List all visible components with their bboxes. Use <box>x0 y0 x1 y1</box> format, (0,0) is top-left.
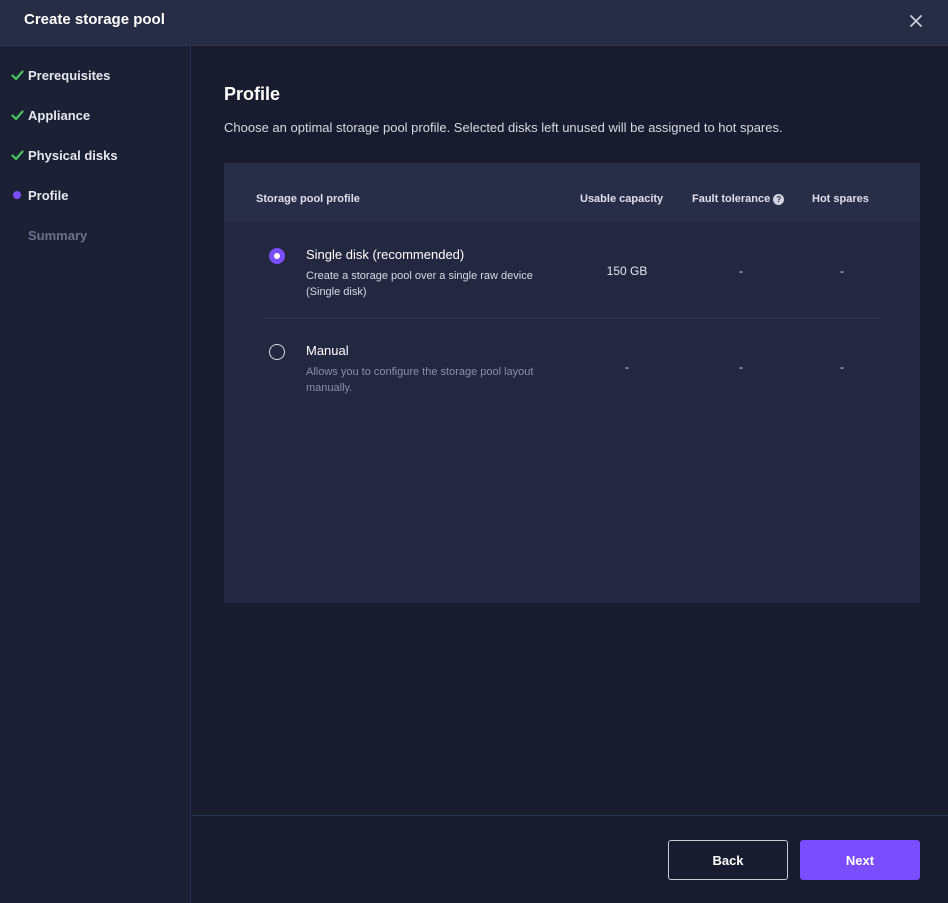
step-appliance[interactable]: Appliance <box>10 105 185 125</box>
step-summary: Summary <box>10 225 185 245</box>
help-icon[interactable]: ? <box>773 193 785 205</box>
manual-radio[interactable] <box>269 344 285 360</box>
option-description: Create a storage pool over a single raw … <box>306 270 533 298</box>
dialog-header: Create storage pool <box>0 0 948 46</box>
step-label: Appliance <box>28 107 91 123</box>
table-row[interactable]: Single disk (recommended) Create a stora… <box>224 222 920 318</box>
option-description: Allows you to configure the storage pool… <box>306 366 534 394</box>
page-description: Choose an optimal storage pool profile. … <box>224 120 783 135</box>
column-header-fault: Fault tolerance ? <box>692 193 785 205</box>
hot-spares-value: - <box>840 360 844 374</box>
step-label: Summary <box>28 227 88 243</box>
main-content: Profile Choose an optimal storage pool p… <box>192 46 948 815</box>
step-label: Physical disks <box>28 147 118 163</box>
next-button[interactable]: Next <box>800 840 920 880</box>
check-icon <box>10 108 24 122</box>
close-icon[interactable] <box>908 13 924 29</box>
dialog-title: Create storage pool <box>24 11 165 28</box>
usable-capacity-value: 150 GB <box>606 264 648 278</box>
dialog-footer: Back Next <box>192 815 948 903</box>
option-title: Single disk (recommended) <box>306 247 465 262</box>
column-header-profile: Storage pool profile <box>256 193 360 205</box>
back-button[interactable]: Back <box>668 840 788 880</box>
fault-tolerance-value: - <box>739 360 743 374</box>
single-disk-radio[interactable] <box>269 248 285 264</box>
table-header: Storage pool profile Usable capacity Fau… <box>224 163 920 222</box>
step-label: Prerequisites <box>28 67 111 83</box>
profile-table: Storage pool profile Usable capacity Fau… <box>224 163 920 603</box>
option-title: Manual <box>306 343 349 358</box>
table-row[interactable]: Manual Allows you to configure the stora… <box>224 319 920 415</box>
check-icon <box>10 68 24 82</box>
column-header-hot-spares: Hot spares <box>812 193 869 205</box>
hot-spares-value: - <box>840 264 844 278</box>
fault-tolerance-value: - <box>739 264 743 278</box>
column-header-fault-label: Fault tolerance <box>692 193 771 205</box>
step-physical-disks[interactable]: Physical disks <box>10 145 185 165</box>
usable-capacity-value: - <box>625 360 629 374</box>
wizard-steps-sidebar: Prerequisites Appliance Physical disks P… <box>0 46 191 903</box>
step-profile[interactable]: Profile <box>10 185 185 205</box>
create-storage-pool-dialog: Create storage pool Prerequisites Applia… <box>0 0 948 903</box>
column-header-capacity: Usable capacity <box>580 193 664 205</box>
page-title: Profile <box>224 84 281 104</box>
step-label: Profile <box>28 187 69 203</box>
check-icon <box>10 148 24 162</box>
step-prerequisites[interactable]: Prerequisites <box>10 65 185 85</box>
current-dot-icon <box>10 188 24 202</box>
